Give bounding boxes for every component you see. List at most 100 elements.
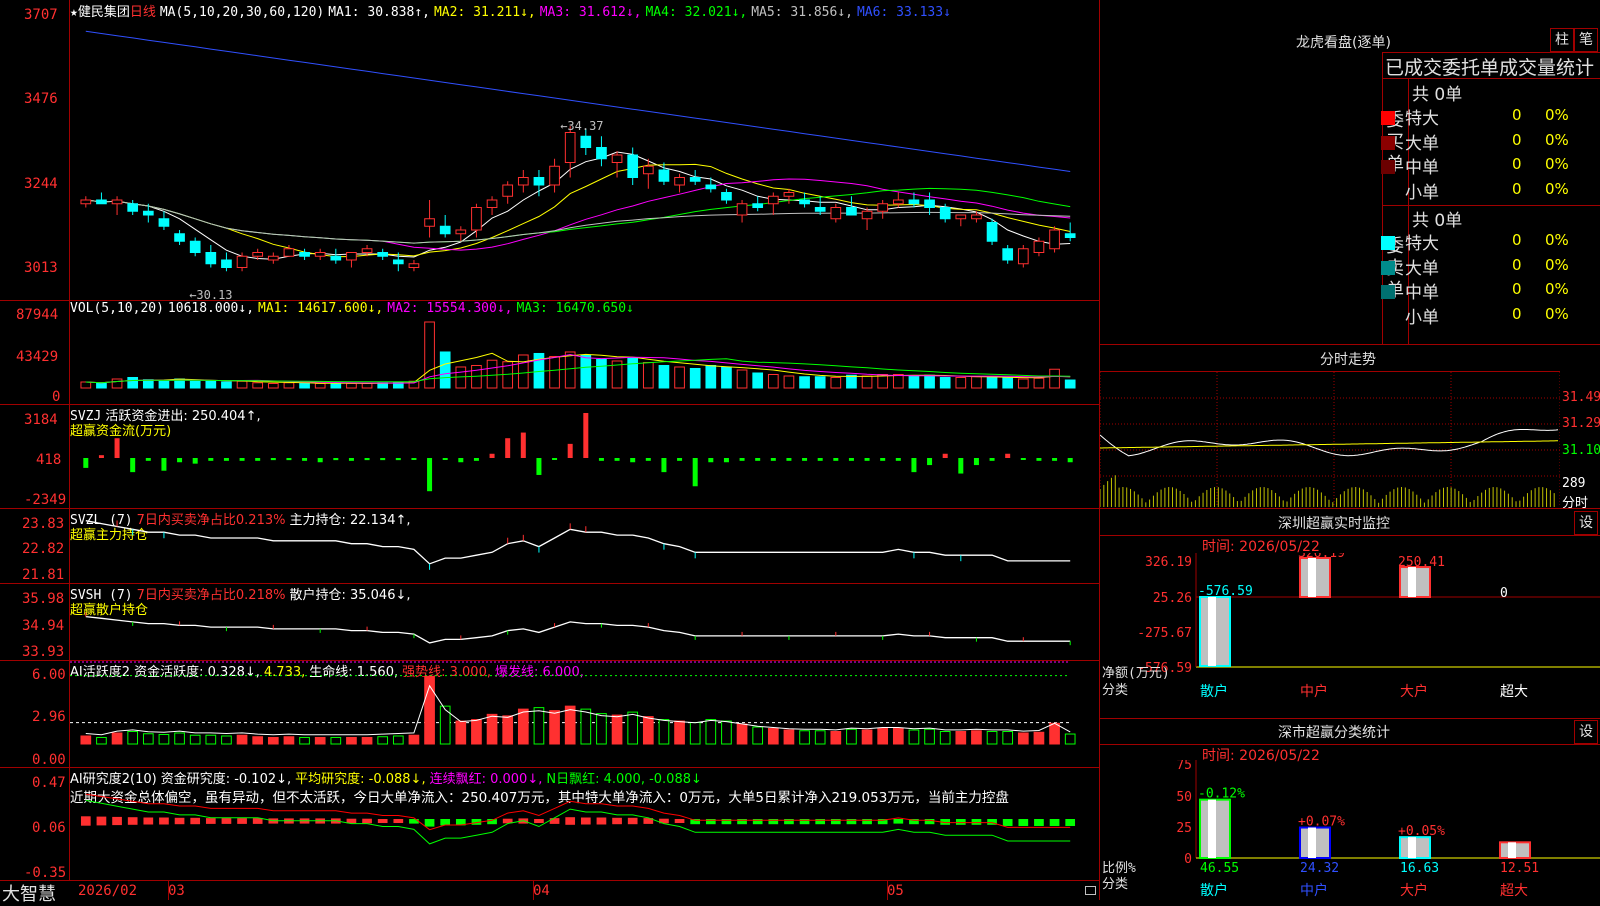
- row-count: 0: [1512, 130, 1522, 149]
- activity-bar: [392, 735, 404, 745]
- research-line-red: [85, 793, 1071, 831]
- fund-flow-bar: [114, 438, 120, 458]
- volume-bar: [549, 355, 560, 389]
- volume-bar: [1064, 379, 1076, 389]
- research-bar: [190, 817, 201, 825]
- tick-view-button[interactable]: 笔: [1574, 28, 1598, 52]
- section-divider: [1100, 744, 1600, 745]
- ai-active-chart[interactable]: [70, 661, 1099, 767]
- fund-flow-bar: [583, 413, 589, 458]
- activity-bar: [142, 733, 154, 745]
- volume-bar: [908, 375, 920, 389]
- research-bar: [674, 819, 685, 823]
- fund-flow-bar: [130, 458, 136, 473]
- classify-bar-highlight: [1308, 827, 1316, 858]
- row-label: 小单: [1405, 182, 1439, 203]
- sz-monitor-chart[interactable]: 326.1925.26-275.67-576.59-576.59326.1925…: [1100, 553, 1600, 718]
- pct-label: -0.12%: [1198, 787, 1245, 802]
- activity-bar: [564, 705, 576, 745]
- candle-body: [252, 252, 264, 257]
- volume-bar: [439, 351, 451, 389]
- candle-body: [596, 147, 607, 160]
- research-bar: [612, 817, 622, 825]
- intraday-chart[interactable]: [1100, 372, 1560, 507]
- volume-bar: [674, 366, 685, 389]
- y-label: 25.26: [1153, 591, 1192, 606]
- y-label: 2.96: [32, 709, 66, 725]
- y-label: -2349: [24, 492, 67, 508]
- research-bar: [1034, 819, 1044, 826]
- candle-body: [674, 177, 685, 186]
- fund-flow-bar: [458, 458, 464, 463]
- research-bar: [830, 819, 841, 825]
- research-bar: [721, 819, 732, 825]
- candle-body: [908, 199, 920, 205]
- svzj-chart[interactable]: [70, 405, 1099, 508]
- axis-title: 净额(万元): [1102, 666, 1170, 681]
- bar-view-button[interactable]: 柱: [1550, 28, 1574, 52]
- chart-area[interactable]: ★健民集团日线 MA(5,10,20,30,60,120) MA1: 30.838↑…: [0, 0, 1100, 905]
- legend-swatch: [1381, 236, 1395, 250]
- sz-classify-chart[interactable]: 75 50 25 0 -0.12% +0.07% +0.05% 46.55 24.32 16.63…: [1100, 760, 1600, 900]
- candle-body: [642, 165, 654, 175]
- candle-body: [924, 199, 935, 208]
- fund-flow-bar: [723, 458, 729, 463]
- volume-chart[interactable]: [70, 316, 1099, 404]
- activity-bar: [627, 711, 639, 745]
- candle-body: [814, 207, 826, 212]
- activity-bar: [314, 736, 326, 745]
- volume-bar: [96, 382, 107, 389]
- activity-bar: [283, 736, 295, 745]
- fund-flow-bar: [473, 458, 479, 461]
- svsh-chart[interactable]: [70, 584, 1099, 660]
- fund-flow-bar: [755, 458, 761, 461]
- candle-body: [1017, 248, 1029, 265]
- fund-flow-bar: [286, 458, 292, 461]
- fund-flow-bar: [505, 438, 511, 458]
- price-label: 31.10: [1562, 443, 1600, 458]
- candle-body: [267, 255, 279, 261]
- research-bar: [1065, 819, 1076, 826]
- vol-ma3: MA3: 16470.650↓: [516, 301, 634, 316]
- svzl-chart[interactable]: [70, 509, 1099, 583]
- activity-bar: [236, 734, 248, 745]
- sz-monitor-title: 深圳超赢实时监控: [1278, 516, 1390, 532]
- fund-flow-bar: [630, 458, 636, 463]
- activity-bar: [377, 736, 389, 745]
- candlestick-chart[interactable]: ←34.37 ←30.13: [70, 18, 1099, 300]
- row-count: 0: [1512, 155, 1522, 173]
- y-label: -275.67: [1137, 626, 1192, 641]
- fund-flow-bar: [348, 458, 354, 461]
- activity-bar: [705, 719, 717, 745]
- volume-bar: [111, 378, 123, 389]
- row-count: 0: [1512, 179, 1522, 198]
- legend-swatch: [1381, 160, 1395, 174]
- section-divider: [1100, 508, 1600, 509]
- volume-bar: [236, 380, 248, 389]
- fund-flow-bar: [536, 458, 542, 475]
- research-bar: [534, 819, 544, 823]
- activity-bar: [533, 707, 545, 745]
- sell-row: 中单 0 0%: [1381, 278, 1600, 303]
- candle-body: [424, 218, 435, 227]
- lock-icon[interactable]: [1085, 886, 1096, 895]
- sz-monitor-settings-button[interactable]: 设: [1574, 511, 1598, 535]
- row-label: 特大: [1405, 109, 1439, 129]
- ai-research-chart[interactable]: [70, 768, 1099, 880]
- y-label: 35.98: [22, 591, 65, 607]
- volume-bar: [752, 372, 764, 389]
- candle-body: [283, 248, 295, 257]
- y-label: 326.19: [1145, 555, 1192, 570]
- candle-body: [361, 248, 373, 253]
- y-label: 3244: [24, 176, 58, 192]
- volume-bar: [267, 382, 279, 389]
- value-label: 46.55: [1200, 861, 1239, 876]
- fund-flow-bar: [1067, 458, 1073, 463]
- research-bar: [377, 819, 388, 823]
- sz-classify-settings-button[interactable]: 设: [1574, 720, 1598, 744]
- activity-bar: [580, 708, 592, 745]
- candle-body: [158, 218, 170, 227]
- y-label: -0.35: [24, 865, 67, 881]
- candle-body: [455, 229, 467, 235]
- research-bar: [80, 816, 91, 826]
